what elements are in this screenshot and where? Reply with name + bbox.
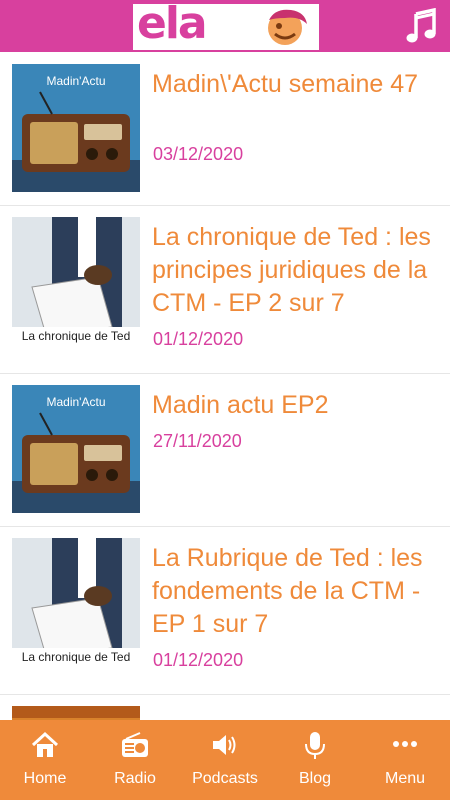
post-date: 03/12/2020 (153, 144, 244, 164)
nav-menu[interactable]: Menu (360, 720, 450, 800)
post-thumbnail[interactable]: Madin'Actu (12, 64, 140, 192)
post-thumbnail[interactable]: La chronique de Ted (12, 217, 140, 345)
speaker-icon (213, 735, 236, 755)
home-icon (31, 731, 59, 757)
list-item[interactable]: Madin'Actu Madin\'Actu semaine 47 03/12/… (0, 52, 450, 206)
post-thumbnail[interactable] (12, 706, 140, 720)
post-title[interactable]: La chronique de Ted : les principes juri… (152, 221, 442, 320)
nav-label: Blog (298, 770, 332, 787)
list-item[interactable] (0, 694, 450, 720)
nav-blog[interactable]: Blog (270, 720, 360, 800)
post-thumbnail[interactable]: Madin'Actu (12, 385, 140, 513)
post-title[interactable]: La Rubrique de Ted : les fondements de l… (152, 542, 442, 641)
post-title[interactable]: Madin actu EP2 (152, 389, 442, 422)
post-title[interactable]: Madin\'Actu semaine 47 (152, 68, 442, 101)
cover-title: La chronique de Ted (12, 648, 140, 666)
sunset-cover-image (12, 706, 140, 720)
post-list[interactable]: Madin'Actu Madin\'Actu semaine 47 03/12/… (0, 52, 450, 720)
cover-title: Madin'Actu (46, 395, 106, 409)
post-date: 27/11/2020 (153, 431, 242, 451)
logo-text: ela (137, 4, 208, 49)
nav-label: Radio (114, 770, 156, 787)
list-item[interactable]: La chronique de Ted La Rubrique de Ted :… (0, 526, 450, 695)
list-item[interactable]: Madin'Actu Madin actu EP2 27/11/2020 (0, 373, 450, 527)
list-item[interactable]: La chronique de Ted La chronique de Ted … (0, 205, 450, 374)
nav-podcasts[interactable]: Podcasts (180, 720, 270, 800)
nav-label: Menu (384, 770, 426, 787)
bottom-navigation: Home Radio Podcasts Blog Menu (0, 720, 450, 800)
logo-face-icon (268, 9, 307, 45)
cover-title: La chronique de Ted (12, 327, 140, 345)
nav-label: Podcasts (192, 770, 258, 787)
microphone-icon (305, 732, 325, 759)
nav-radio[interactable]: Radio (90, 720, 180, 800)
cover-title: Madin'Actu (46, 74, 106, 88)
ballot-cover-image (12, 217, 140, 345)
ballot-cover-image (12, 538, 140, 666)
more-dots-icon (393, 741, 417, 747)
post-date: 01/12/2020 (153, 650, 244, 670)
app-logo[interactable]: ela (133, 4, 319, 50)
top-bar: ela (0, 0, 450, 52)
music-note-icon[interactable] (406, 8, 436, 44)
nav-label: Home (23, 770, 67, 787)
post-date: 01/12/2020 (153, 329, 244, 349)
radio-icon (122, 732, 148, 757)
nav-home[interactable]: Home (0, 720, 90, 800)
post-thumbnail[interactable]: La chronique de Ted (12, 538, 140, 666)
